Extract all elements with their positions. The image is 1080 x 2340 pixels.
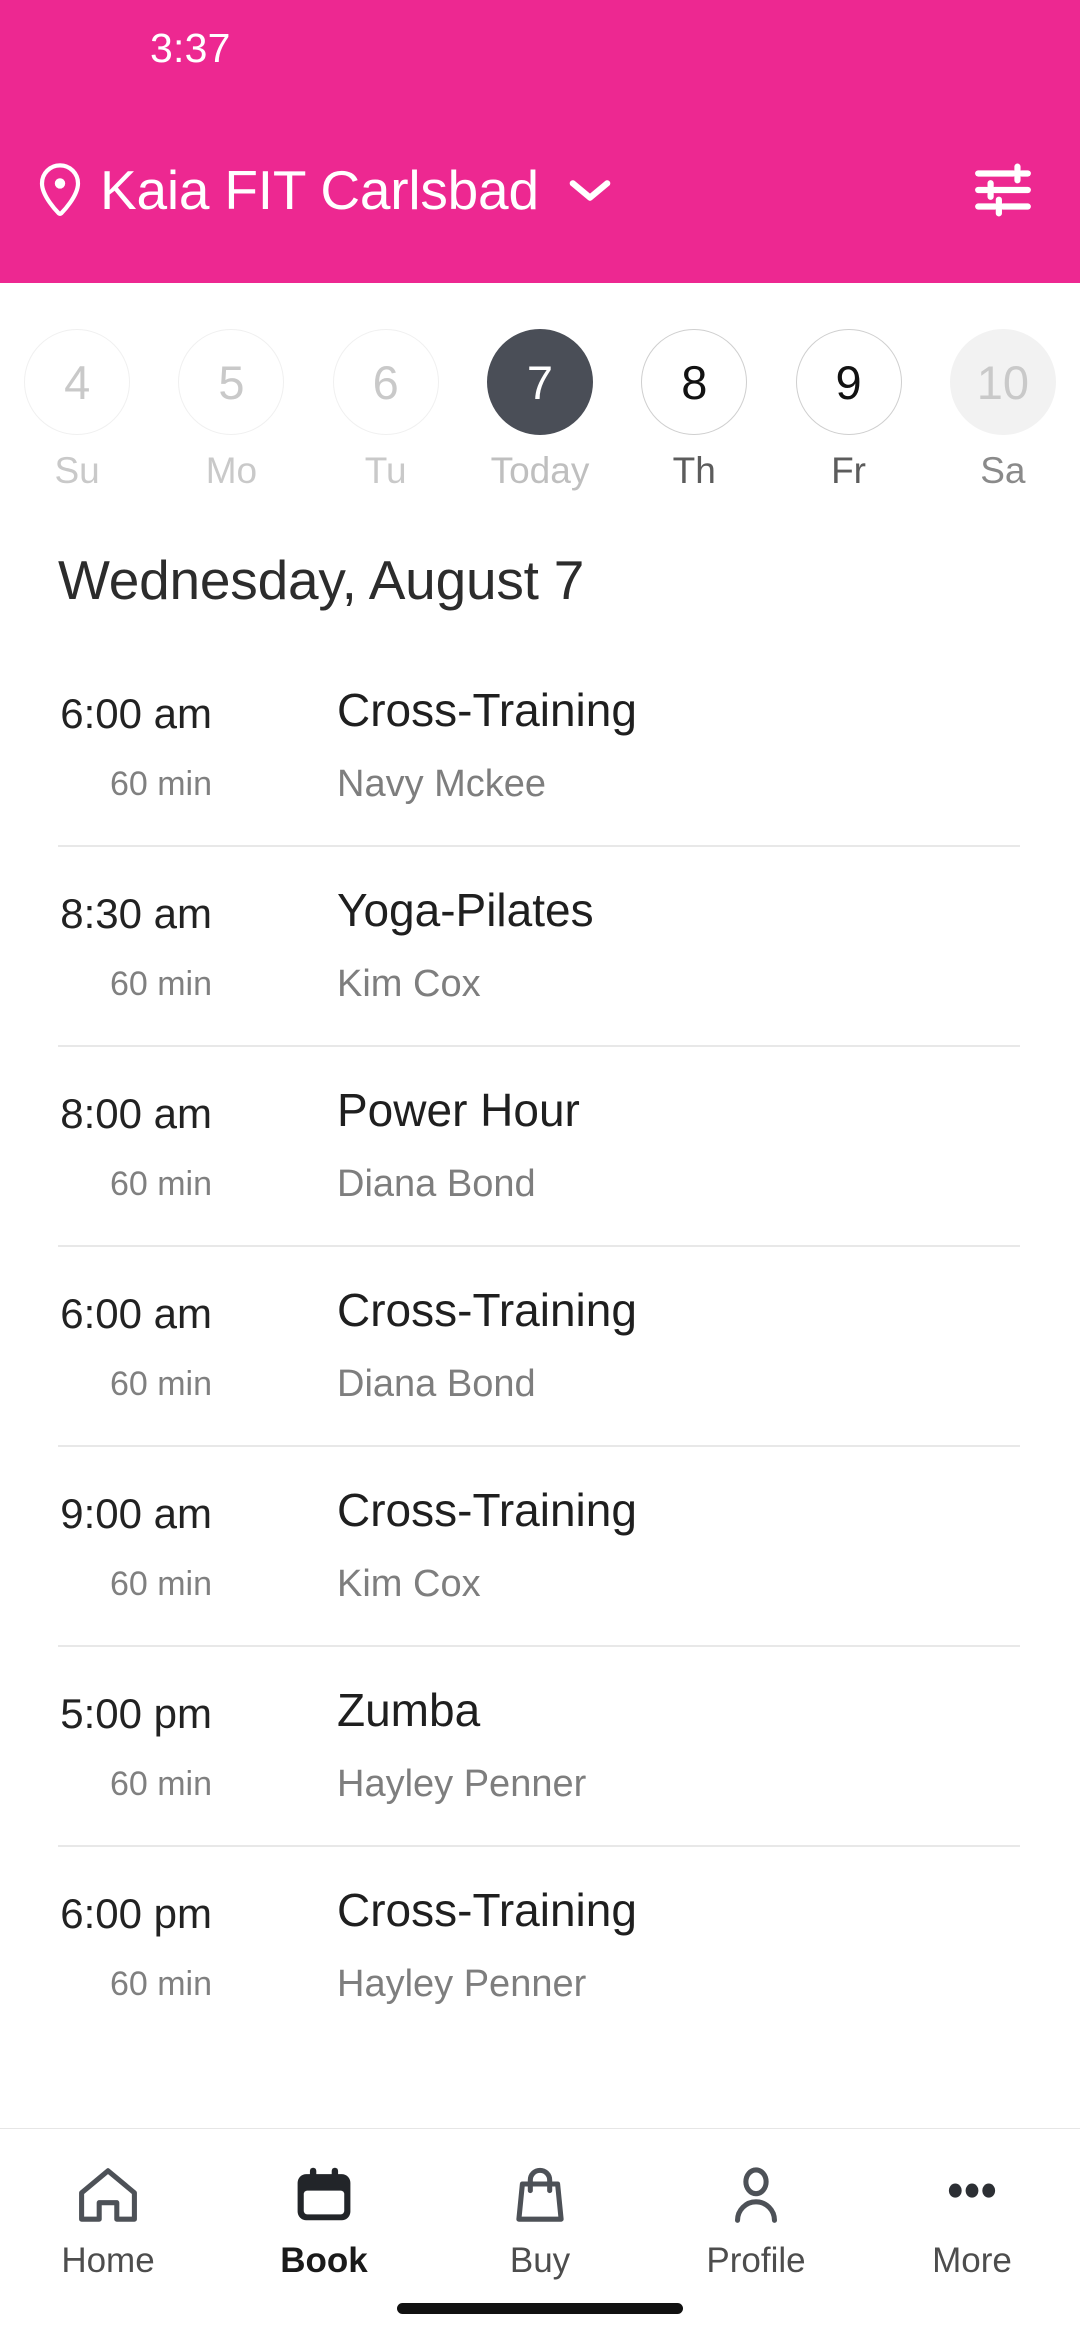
class-schedule-list[interactable]: 6:00 am 60 min Cross-Training Navy Mckee… xyxy=(0,645,1080,2128)
class-instructor: Diana Bond xyxy=(337,1363,536,1405)
class-time-column: 6:00 am 60 min xyxy=(0,667,212,803)
location-selector[interactable]: Kaia FIT Carlsbad xyxy=(34,158,972,222)
date-number: 10 xyxy=(949,329,1056,435)
location-pin-icon xyxy=(34,161,86,219)
class-row[interactable]: 6:00 am 60 min Cross-Training Diana Bond xyxy=(0,1245,1080,1445)
class-time: 6:00 am xyxy=(60,690,212,737)
class-time: 8:30 am xyxy=(60,890,212,937)
date-strip[interactable]: 4 Su 5 Mo 6 Tu 7 Today 8 Th 9 Fr 10 Sa xyxy=(0,283,1080,515)
class-time-column: 8:30 am 60 min xyxy=(0,867,212,1003)
class-duration: 60 min xyxy=(109,1965,212,2003)
shopping-bag-icon xyxy=(507,2157,573,2233)
date-weekday-label: Mo xyxy=(205,450,258,491)
date-number: 9 xyxy=(795,329,902,435)
date-cell-5[interactable]: 9 Fr xyxy=(771,329,925,489)
date-weekday-label: Th xyxy=(672,450,716,491)
class-row[interactable]: 8:00 am 60 min Power Hour Diana Bond xyxy=(0,1045,1080,1245)
class-name: Cross-Training xyxy=(337,1484,637,1536)
class-time: 8:00 am xyxy=(60,1090,212,1137)
class-time: 6:00 am xyxy=(60,1290,212,1337)
date-cell-2[interactable]: 6 Tu xyxy=(309,329,463,489)
app-bar: Kaia FIT Carlsbad xyxy=(0,96,1080,283)
date-number: 4 xyxy=(24,329,131,435)
date-number: 6 xyxy=(332,329,439,435)
class-name: Zumba xyxy=(337,1684,481,1736)
class-time-column: 6:00 pm 60 min xyxy=(0,1867,212,2003)
class-time: 5:00 pm xyxy=(60,1690,212,1737)
class-info-column: Cross-Training Navy Mckee xyxy=(212,667,1080,803)
class-instructor: Diana Bond xyxy=(337,1163,536,1205)
app-screen: 3:37 Kaia FIT Carlsbad 4 Su 5 Mo 6 Tu 7 … xyxy=(0,0,1080,2340)
class-time: 9:00 am xyxy=(60,1490,212,1537)
person-icon xyxy=(723,2157,789,2233)
nav-item-more[interactable]: More xyxy=(864,2157,1080,2340)
class-row[interactable]: 8:30 am 60 min Yoga-Pilates Kim Cox xyxy=(0,845,1080,1045)
class-time-column: 6:00 am 60 min xyxy=(0,1267,212,1403)
nav-label: Profile xyxy=(706,2241,806,2280)
class-instructor: Hayley Penner xyxy=(337,1963,587,2005)
class-info-column: Power Hour Diana Bond xyxy=(212,1067,1080,1203)
class-duration: 60 min xyxy=(109,765,212,803)
date-number: 7 xyxy=(486,329,593,435)
home-icon xyxy=(75,2157,141,2233)
class-duration: 60 min xyxy=(109,965,212,1003)
class-time-column: 8:00 am 60 min xyxy=(0,1067,212,1203)
class-row[interactable]: 6:00 pm 60 min Cross-Training Hayley Pen… xyxy=(0,1845,1080,2045)
nav-label: Book xyxy=(280,2241,368,2280)
date-weekday-label: Su xyxy=(54,450,100,491)
date-number: 8 xyxy=(641,329,748,435)
class-row[interactable]: 5:00 pm 60 min Zumba Hayley Penner xyxy=(0,1645,1080,1845)
class-time-column: 9:00 am 60 min xyxy=(0,1467,212,1603)
nav-item-home[interactable]: Home xyxy=(0,2157,216,2340)
date-weekday-label: Today xyxy=(490,450,590,491)
ellipsis-icon xyxy=(939,2157,1005,2233)
class-row[interactable]: 9:00 am 60 min Cross-Training Kim Cox xyxy=(0,1445,1080,1645)
date-weekday-label: Sa xyxy=(980,450,1026,491)
class-info-column: Cross-Training Diana Bond xyxy=(212,1267,1080,1403)
class-time-column: 5:00 pm 60 min xyxy=(0,1667,212,1803)
location-name: Kaia FIT Carlsbad xyxy=(100,158,539,221)
class-name: Cross-Training xyxy=(337,1284,637,1336)
class-name: Cross-Training xyxy=(337,684,637,736)
class-duration: 60 min xyxy=(109,1365,212,1403)
class-duration: 60 min xyxy=(109,1165,212,1203)
class-row[interactable]: 6:00 am 60 min Cross-Training Navy Mckee xyxy=(0,645,1080,845)
nav-label: Home xyxy=(61,2241,155,2280)
home-indicator xyxy=(397,2303,683,2314)
nav-label: More xyxy=(932,2241,1012,2280)
class-duration: 60 min xyxy=(109,1565,212,1603)
class-name: Cross-Training xyxy=(337,1884,637,1936)
chevron-down-icon[interactable] xyxy=(567,175,613,205)
date-cell-1[interactable]: 5 Mo xyxy=(154,329,308,489)
class-duration: 60 min xyxy=(109,1765,212,1803)
date-cell-today-selected[interactable]: 7 Today xyxy=(463,329,617,489)
filter-icon[interactable] xyxy=(972,162,1034,218)
class-time: 6:00 pm xyxy=(60,1890,212,1937)
class-name: Yoga-Pilates xyxy=(337,884,594,936)
date-cell-4[interactable]: 8 Th xyxy=(617,329,771,489)
class-info-column: Cross-Training Kim Cox xyxy=(212,1467,1080,1603)
class-instructor: Navy Mckee xyxy=(337,763,547,805)
selected-date-heading: Wednesday, August 7 xyxy=(58,549,585,611)
app-header: 3:37 Kaia FIT Carlsbad xyxy=(0,0,1080,283)
class-info-column: Cross-Training Hayley Penner xyxy=(212,1867,1080,2003)
nav-label: Buy xyxy=(509,2241,571,2280)
class-info-column: Yoga-Pilates Kim Cox xyxy=(212,867,1080,1003)
status-bar: 3:37 xyxy=(0,0,1080,96)
calendar-icon xyxy=(291,2157,357,2233)
date-number: 5 xyxy=(178,329,285,435)
date-cell-0[interactable]: 4 Su xyxy=(0,329,154,489)
class-name: Power Hour xyxy=(337,1084,580,1136)
class-instructor: Kim Cox xyxy=(337,963,481,1005)
date-weekday-label: Fr xyxy=(831,450,867,491)
status-bar-clock: 3:37 xyxy=(150,24,231,71)
class-info-column: Zumba Hayley Penner xyxy=(212,1667,1080,1803)
class-instructor: Hayley Penner xyxy=(337,1763,587,1805)
date-cell-6[interactable]: 10 Sa xyxy=(926,329,1080,489)
class-instructor: Kim Cox xyxy=(337,1563,481,1605)
date-weekday-label: Tu xyxy=(364,450,407,491)
